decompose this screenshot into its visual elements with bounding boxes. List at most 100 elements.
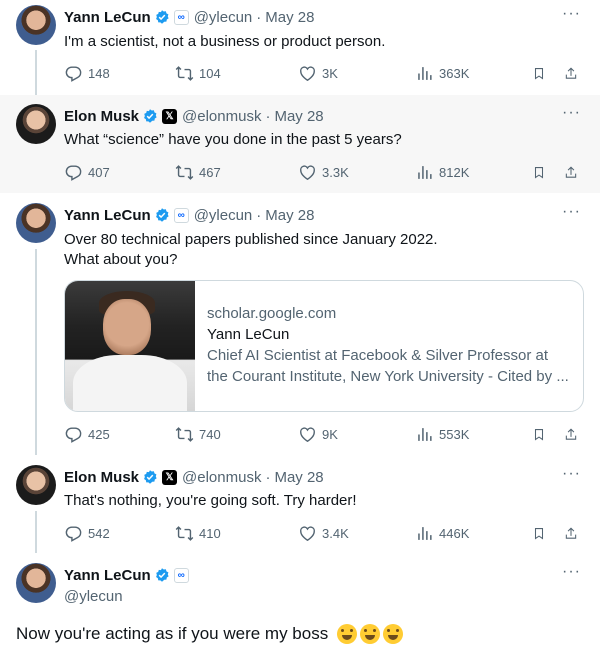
display-name[interactable]: Yann LeCun [64, 207, 151, 224]
more-icon[interactable]: ··· [562, 6, 580, 26]
verified-badge-icon [142, 469, 158, 485]
tweet-actions: 542 410 3.4K 446K [64, 523, 584, 543]
verified-badge-icon [142, 108, 158, 124]
share-icon [564, 425, 578, 444]
avatar-yann[interactable] [16, 203, 56, 243]
tweet-header: Yann LeCun ∞ @ylecun · May 28 [64, 7, 314, 27]
like-icon [298, 425, 317, 444]
tweet-date[interactable]: May 28 [265, 9, 314, 26]
avatar-elon[interactable] [16, 465, 56, 505]
share-button[interactable] [564, 523, 583, 543]
reply-count: 425 [88, 426, 110, 442]
retweet-button[interactable]: 740 [175, 424, 221, 444]
face-with-tears-of-joy-icon [383, 624, 404, 644]
verified-badge-icon [154, 567, 170, 583]
retweet-count: 740 [199, 426, 221, 442]
share-icon [564, 64, 578, 83]
retweet-count: 410 [199, 525, 221, 541]
display-name[interactable]: Yann LeCun [64, 9, 151, 26]
tweet-date[interactable]: May 28 [274, 108, 323, 125]
like-count: 3.3K [322, 164, 349, 180]
reply-icon [64, 524, 83, 543]
thread-connector [35, 511, 37, 553]
retweet-button[interactable]: 467 [175, 162, 221, 182]
bookmark-icon [532, 524, 546, 543]
meta-icon[interactable]: ∞ [173, 567, 189, 583]
tweet-thread: Yann LeCun ∞ @ylecun · May 28 ··· I'm a … [0, 0, 600, 656]
tweet-header: Elon Musk 𝕏 @elonmusk · May 28 [64, 467, 324, 487]
meta-icon[interactable]: ∞ [173, 9, 189, 25]
bookmark-button[interactable] [532, 162, 551, 182]
reply-button[interactable]: 148 [64, 63, 110, 83]
tweet-text: Over 80 technical papers published since… [64, 231, 438, 268]
views-button[interactable]: 363K [415, 63, 469, 83]
more-icon[interactable]: ··· [562, 564, 580, 584]
share-button[interactable] [564, 424, 583, 444]
retweet-button[interactable]: 410 [175, 523, 221, 543]
meta-icon[interactable]: ∞ [173, 207, 189, 223]
views-button[interactable]: 553K [415, 424, 469, 444]
reply-icon [64, 64, 83, 83]
like-button[interactable]: 3K [298, 63, 338, 83]
tweet-elon-2[interactable]: Elon Musk 𝕏 @elonmusk · May 28 ··· That'… [0, 455, 600, 553]
tweet-yann-focused[interactable]: Yann LeCun ∞ @ylecun ··· Now you're acti… [0, 553, 600, 656]
views-button[interactable]: 812K [415, 162, 469, 182]
bookmark-button[interactable] [532, 63, 551, 83]
like-count: 3K [322, 65, 338, 81]
views-icon [415, 163, 434, 182]
view-count: 446K [439, 525, 470, 541]
tweet-yann-1[interactable]: Yann LeCun ∞ @ylecun · May 28 ··· I'm a … [0, 0, 600, 95]
separator-dot: · [265, 468, 271, 486]
x-icon[interactable]: 𝕏 [162, 108, 178, 124]
share-button[interactable] [564, 162, 583, 182]
verified-badge-icon [154, 9, 170, 25]
more-icon[interactable]: ··· [562, 466, 580, 486]
avatar-yann[interactable] [16, 5, 56, 45]
bookmark-button[interactable] [532, 523, 551, 543]
views-button[interactable]: 446K [415, 523, 469, 543]
tweet-elon-1[interactable]: Elon Musk 𝕏 @elonmusk · May 28 ··· What … [0, 95, 600, 193]
bookmark-icon [532, 425, 546, 444]
reply-button[interactable]: 542 [64, 523, 110, 543]
view-count: 812K [439, 164, 470, 180]
retweet-icon [175, 64, 194, 83]
like-button[interactable]: 9K [298, 424, 338, 444]
bookmark-button[interactable] [532, 424, 551, 444]
user-handle[interactable]: @ylecun [194, 9, 253, 26]
reply-button[interactable]: 425 [64, 424, 110, 444]
reply-icon [64, 425, 83, 444]
like-button[interactable]: 3.3K [298, 162, 349, 182]
link-card[interactable]: scholar.google.com Yann LeCun Chief AI S… [64, 280, 584, 412]
user-handle[interactable]: @ylecun [64, 588, 123, 605]
display-name[interactable]: Elon Musk [64, 469, 139, 486]
retweet-count: 104 [199, 65, 221, 81]
tweet-actions: 407 467 3.3K 812K [64, 162, 584, 182]
user-handle[interactable]: @elonmusk [182, 108, 261, 125]
tweet-date[interactable]: May 28 [274, 469, 323, 486]
tweet-text: That's nothing, you're going soft. Try h… [64, 492, 357, 509]
user-handle[interactable]: @elonmusk [182, 469, 261, 486]
user-handle[interactable]: @ylecun [194, 207, 253, 224]
tweet-actions: 425 740 9K 553K [64, 424, 584, 444]
separator-dot: · [265, 107, 271, 125]
face-with-tears-of-joy-icon [337, 624, 358, 644]
display-name[interactable]: Elon Musk [64, 108, 139, 125]
tweet-actions: 148 104 3K 363K [64, 63, 584, 83]
share-icon [564, 163, 578, 182]
tweet-date[interactable]: May 28 [265, 207, 314, 224]
view-count: 363K [439, 65, 470, 81]
like-button[interactable]: 3.4K [298, 523, 349, 543]
views-icon [415, 425, 434, 444]
tweet-yann-2[interactable]: Yann LeCun ∞ @ylecun · May 28 ··· Over 8… [0, 193, 600, 455]
more-icon[interactable]: ··· [562, 204, 580, 224]
reply-button[interactable]: 407 [64, 162, 110, 182]
retweet-button[interactable]: 104 [175, 63, 221, 83]
view-count: 553K [439, 426, 470, 442]
retweet-icon [175, 425, 194, 444]
avatar-elon[interactable] [16, 104, 56, 144]
display-name[interactable]: Yann LeCun [64, 567, 151, 584]
x-icon[interactable]: 𝕏 [162, 469, 178, 485]
avatar-yann[interactable] [16, 563, 56, 603]
share-button[interactable] [564, 63, 583, 83]
more-icon[interactable]: ··· [562, 105, 580, 125]
